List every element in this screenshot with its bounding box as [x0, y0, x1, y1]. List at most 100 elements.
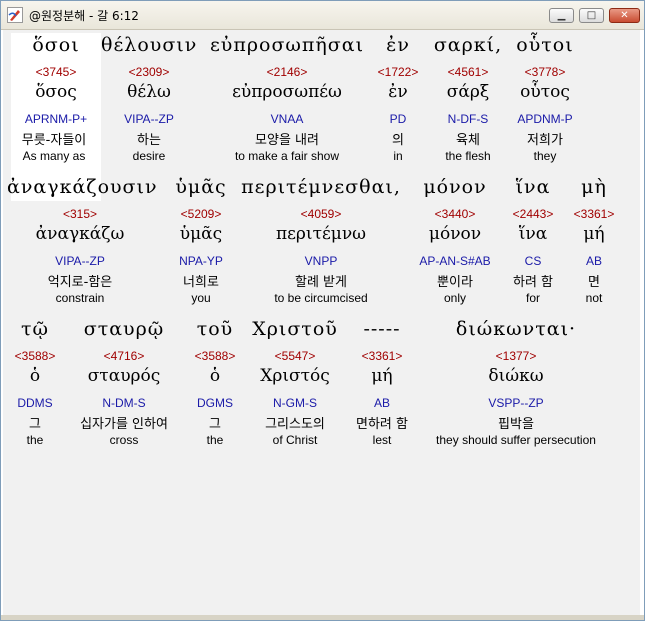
- english-gloss: only: [443, 291, 466, 305]
- korean-gloss: 모양을 내려: [255, 133, 319, 148]
- parsing-code: N-GM-S: [273, 396, 317, 410]
- parsing-code: VNAA: [270, 112, 304, 126]
- korean-gloss: 면하려 함: [356, 417, 408, 432]
- korean-gloss: 의: [392, 133, 404, 148]
- greek-word: τοῦ: [196, 318, 234, 340]
- korean-gloss: 십자가를 인하여: [80, 417, 168, 432]
- title-bar[interactable]: @원정분해 - 갈 6:12 ▁ □ ✕: [1, 1, 644, 30]
- english-gloss: desire: [132, 149, 166, 163]
- minimize-button[interactable]: ▁: [549, 8, 574, 23]
- korean-gloss: 너희로: [183, 275, 219, 290]
- korean-gloss: 그리스도의: [265, 417, 325, 432]
- parsing-code: VNPP: [304, 254, 338, 268]
- korean-gloss: 할례 받게: [295, 275, 347, 290]
- english-gloss: the: [206, 433, 224, 447]
- strong-number[interactable]: <3361>: [347, 349, 417, 363]
- greek-word: μόνον: [423, 176, 487, 198]
- window-bottom-border: [1, 615, 644, 620]
- strong-number[interactable]: <4561>: [425, 65, 511, 79]
- parsing-code: VIPA--ZP: [55, 254, 105, 268]
- greek-word: ἐν: [386, 34, 410, 56]
- english-gloss: the flesh: [445, 149, 491, 163]
- lemma: μόνον: [428, 224, 482, 244]
- korean-gloss: 핍박을: [498, 417, 534, 432]
- strong-number[interactable]: <3778>: [509, 65, 581, 79]
- lemma: σταυρός: [87, 366, 161, 386]
- strong-number[interactable]: <1722>: [373, 65, 423, 79]
- korean-gloss: 뿐이라: [437, 275, 473, 290]
- parsing-code: VSPP--ZP: [488, 396, 544, 410]
- english-gloss: to make a fair show: [234, 149, 340, 163]
- strong-number[interactable]: <3440>: [409, 207, 501, 221]
- lemma: ἵνα: [518, 224, 548, 244]
- strong-number[interactable]: <2309>: [101, 65, 197, 79]
- english-gloss: you: [191, 291, 211, 305]
- parsing-code: N-DF-S: [447, 112, 489, 126]
- parsing-code: AP-AN-S#AB: [419, 254, 491, 268]
- strong-number[interactable]: <2443>: [505, 207, 561, 221]
- lemma: ὑμᾶς: [179, 224, 223, 244]
- parsing-code: VIPA--ZP: [124, 112, 174, 126]
- greek-word: οὗτοι: [516, 34, 574, 56]
- strong-number[interactable]: <5547>: [247, 349, 343, 363]
- strong-number[interactable]: <4059>: [241, 207, 401, 221]
- strong-number[interactable]: <3588>: [187, 349, 243, 363]
- lemma: διώκω: [488, 366, 544, 386]
- strong-number[interactable]: <5209>: [161, 207, 241, 221]
- korean-gloss: 억지로-함은: [47, 275, 113, 290]
- english-gloss: to be circumcised: [274, 291, 368, 305]
- parsing-code: PD: [389, 112, 407, 126]
- maximize-icon: □: [586, 10, 597, 21]
- greek-word: θέλουσιν: [101, 34, 198, 56]
- english-gloss: cross: [109, 433, 139, 447]
- parsing-code: DGMS: [197, 396, 233, 410]
- greek-word: ἀναγκάζουσιν: [7, 176, 158, 198]
- strong-number[interactable]: <1377>: [423, 349, 609, 363]
- lemma: μή: [371, 366, 393, 386]
- minimize-icon: ▁: [557, 10, 566, 21]
- lemma: σάρξ: [446, 82, 490, 102]
- english-gloss: lest: [372, 433, 392, 447]
- close-button[interactable]: ✕: [609, 8, 640, 23]
- app-logo-icon: [7, 7, 23, 23]
- korean-gloss: 무릇-자들이: [21, 133, 87, 148]
- lemma: εὐπροσωπέω: [232, 82, 342, 102]
- lemma: οὗτος: [520, 82, 570, 102]
- korean-gloss: 저희가: [527, 133, 563, 148]
- greek-word: σαρκί,: [433, 34, 503, 56]
- english-gloss: the: [26, 433, 44, 447]
- strong-number[interactable]: <315>: [7, 207, 153, 221]
- lemma: ὁ: [29, 366, 41, 386]
- greek-word: Χριστοῦ: [252, 318, 338, 340]
- interlinear-panel: ὅσοι <3745> ὅσος APRNM-P+ 무릇-자들이 As many…: [3, 30, 640, 615]
- english-gloss: As many as: [22, 149, 86, 163]
- app-window: @원정분해 - 갈 6:12 ▁ □ ✕ ὅσοι <3745> ὅσος AP…: [0, 0, 645, 621]
- english-gloss: for: [525, 291, 540, 305]
- greek-word: σταυρῷ: [83, 318, 165, 340]
- parsing-code: APDNM-P: [517, 112, 573, 126]
- greek-word: μὴ: [581, 176, 607, 198]
- strong-number[interactable]: <3361>: [569, 207, 619, 221]
- strong-number[interactable]: <3588>: [7, 349, 63, 363]
- parsing-code: AB: [373, 396, 390, 410]
- korean-gloss: 하려 함: [512, 275, 553, 290]
- english-gloss: constrain: [55, 291, 105, 305]
- greek-word: -----: [363, 318, 401, 340]
- greek-word: ὑμᾶς: [175, 176, 227, 198]
- strong-number[interactable]: <2146>: [203, 65, 371, 79]
- lemma: μή: [583, 224, 605, 244]
- strong-number[interactable]: <3745>: [13, 65, 99, 79]
- greek-word: ἵνα: [515, 176, 551, 198]
- maximize-button[interactable]: □: [579, 8, 604, 23]
- strong-number[interactable]: <4716>: [65, 349, 183, 363]
- parsing-code: DDMS: [17, 396, 53, 410]
- english-gloss: not: [585, 291, 603, 305]
- greek-word: ὅσοι: [32, 34, 80, 56]
- parsing-code: NPA-YP: [179, 254, 223, 268]
- lemma: ἐν: [388, 82, 408, 102]
- korean-gloss: 육체: [456, 133, 480, 148]
- lemma: θέλω: [127, 82, 171, 102]
- english-gloss: of Christ: [272, 433, 318, 447]
- parsing-code: CS: [524, 254, 542, 268]
- greek-word: εὐπροσωπῆσαι: [209, 34, 365, 56]
